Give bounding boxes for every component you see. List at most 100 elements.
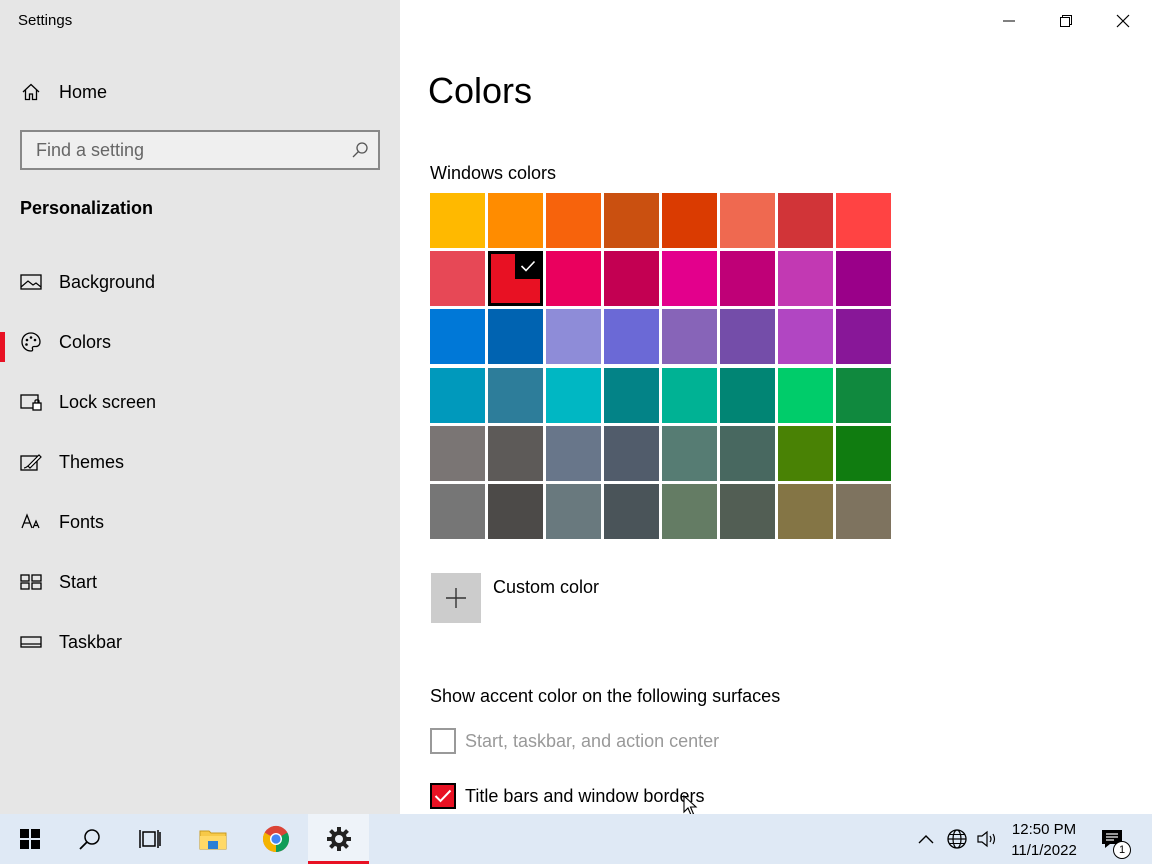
- start-taskbar-checkbox-row: Start, taskbar, and action center: [430, 728, 719, 754]
- show-hidden-icons-button[interactable]: [912, 814, 940, 864]
- file-explorer-button[interactable]: [185, 814, 241, 864]
- restore-icon: [1060, 15, 1072, 27]
- search-icon[interactable]: [350, 140, 370, 160]
- sidebar-item-taskbar[interactable]: Taskbar: [0, 622, 400, 662]
- color-swatch[interactable]: [836, 484, 891, 539]
- sidebar-item-label: Start: [59, 571, 98, 592]
- sidebar-item-home[interactable]: Home: [0, 72, 400, 112]
- checkmark-icon: [515, 253, 541, 279]
- color-swatch[interactable]: [720, 484, 775, 539]
- windows-colors-label: Windows colors: [430, 163, 557, 183]
- chrome-icon: [262, 825, 290, 853]
- sidebar-item-label: Home: [59, 81, 108, 102]
- color-swatch[interactable]: [546, 193, 601, 248]
- sidebar-item-label: Lock screen: [59, 391, 157, 412]
- start-taskbar-checkbox[interactable]: [430, 728, 456, 754]
- checkbox-label: Start, taskbar, and action center: [465, 730, 720, 751]
- notification-count-badge: 1: [1113, 841, 1131, 859]
- color-swatch[interactable]: [604, 368, 659, 423]
- sidebar-item-themes[interactable]: Themes: [0, 442, 400, 482]
- sidebar-item-label: Taskbar: [59, 631, 123, 652]
- surfaces-label: Show accent color on the following surfa…: [430, 686, 781, 706]
- color-swatch[interactable]: [778, 251, 833, 306]
- color-swatch[interactable]: [778, 309, 833, 364]
- color-swatch[interactable]: [662, 193, 717, 248]
- color-swatch[interactable]: [720, 193, 775, 248]
- speaker-icon: [977, 830, 996, 848]
- color-swatch[interactable]: [836, 368, 891, 423]
- color-swatch[interactable]: [488, 368, 543, 423]
- settings-sidebar: Settings Home Personalization Background…: [0, 0, 400, 814]
- network-button[interactable]: [943, 814, 971, 864]
- minimize-button[interactable]: [986, 6, 1032, 36]
- sidebar-item-label: Colors: [59, 331, 112, 352]
- color-swatch[interactable]: [778, 484, 833, 539]
- color-swatch[interactable]: [430, 251, 485, 306]
- minimize-icon: [1003, 20, 1015, 22]
- sidebar-item-fonts[interactable]: Fonts: [0, 502, 400, 542]
- color-swatch[interactable]: [604, 426, 659, 481]
- search-box[interactable]: [20, 130, 380, 170]
- restore-button[interactable]: [1043, 6, 1089, 36]
- color-swatch[interactable]: [720, 251, 775, 306]
- color-swatch[interactable]: [546, 309, 601, 364]
- lock-screen-icon: [20, 391, 42, 413]
- settings-icon: [326, 827, 351, 851]
- start-icon: [20, 571, 42, 593]
- taskbar-clock[interactable]: 12:50 PM 11/1/2022: [1004, 819, 1084, 861]
- sidebar-item-background[interactable]: Background: [0, 262, 400, 302]
- color-swatch[interactable]: [546, 368, 601, 423]
- color-swatch[interactable]: [546, 426, 601, 481]
- color-swatch[interactable]: [604, 251, 659, 306]
- color-swatch[interactable]: [546, 251, 601, 306]
- color-swatch[interactable]: [546, 484, 601, 539]
- start-button[interactable]: [0, 814, 60, 864]
- search-input[interactable]: [22, 132, 342, 168]
- search-icon: [79, 829, 100, 850]
- color-swatch[interactable]: [778, 193, 833, 248]
- volume-button[interactable]: [973, 814, 1001, 864]
- title-bars-checkbox[interactable]: [430, 783, 456, 809]
- color-swatch[interactable]: [662, 368, 717, 423]
- color-swatch[interactable]: [836, 309, 891, 364]
- color-swatch[interactable]: [488, 193, 543, 248]
- sidebar-item-start[interactable]: Start: [0, 562, 400, 602]
- sidebar-item-colors[interactable]: Colors: [0, 322, 400, 362]
- color-swatch[interactable]: [836, 193, 891, 248]
- color-swatch[interactable]: [836, 251, 891, 306]
- close-button[interactable]: [1100, 6, 1146, 36]
- color-swatch[interactable]: [778, 368, 833, 423]
- section-heading: Personalization: [20, 198, 154, 218]
- color-swatch[interactable]: [604, 193, 659, 248]
- color-swatch[interactable]: [720, 309, 775, 364]
- color-swatch[interactable]: [662, 251, 717, 306]
- color-swatch[interactable]: [488, 309, 543, 364]
- color-swatch[interactable]: [430, 426, 485, 481]
- taskbar-icon: [20, 631, 42, 653]
- color-swatch[interactable]: [488, 251, 543, 306]
- color-swatch[interactable]: [604, 484, 659, 539]
- custom-color-label[interactable]: Custom color: [493, 577, 599, 598]
- color-swatch[interactable]: [836, 426, 891, 481]
- color-swatch[interactable]: [720, 426, 775, 481]
- color-swatch[interactable]: [662, 426, 717, 481]
- color-swatch[interactable]: [778, 426, 833, 481]
- color-swatch[interactable]: [430, 368, 485, 423]
- taskbar-search-button[interactable]: [62, 814, 118, 864]
- settings-app-button[interactable]: [308, 814, 369, 864]
- task-view-icon: [139, 830, 161, 848]
- color-swatch[interactable]: [488, 426, 543, 481]
- task-view-button[interactable]: [122, 814, 178, 864]
- fonts-icon: [20, 511, 42, 533]
- custom-color-button[interactable]: [431, 573, 481, 623]
- color-swatch[interactable]: [604, 309, 659, 364]
- sidebar-item-lock-screen[interactable]: Lock screen: [0, 382, 400, 422]
- color-swatch[interactable]: [430, 309, 485, 364]
- color-swatch[interactable]: [488, 484, 543, 539]
- color-swatch[interactable]: [430, 484, 485, 539]
- color-swatch[interactable]: [662, 309, 717, 364]
- color-swatch[interactable]: [430, 193, 485, 248]
- color-swatch[interactable]: [662, 484, 717, 539]
- chrome-button[interactable]: [248, 814, 304, 864]
- color-swatch[interactable]: [720, 368, 775, 423]
